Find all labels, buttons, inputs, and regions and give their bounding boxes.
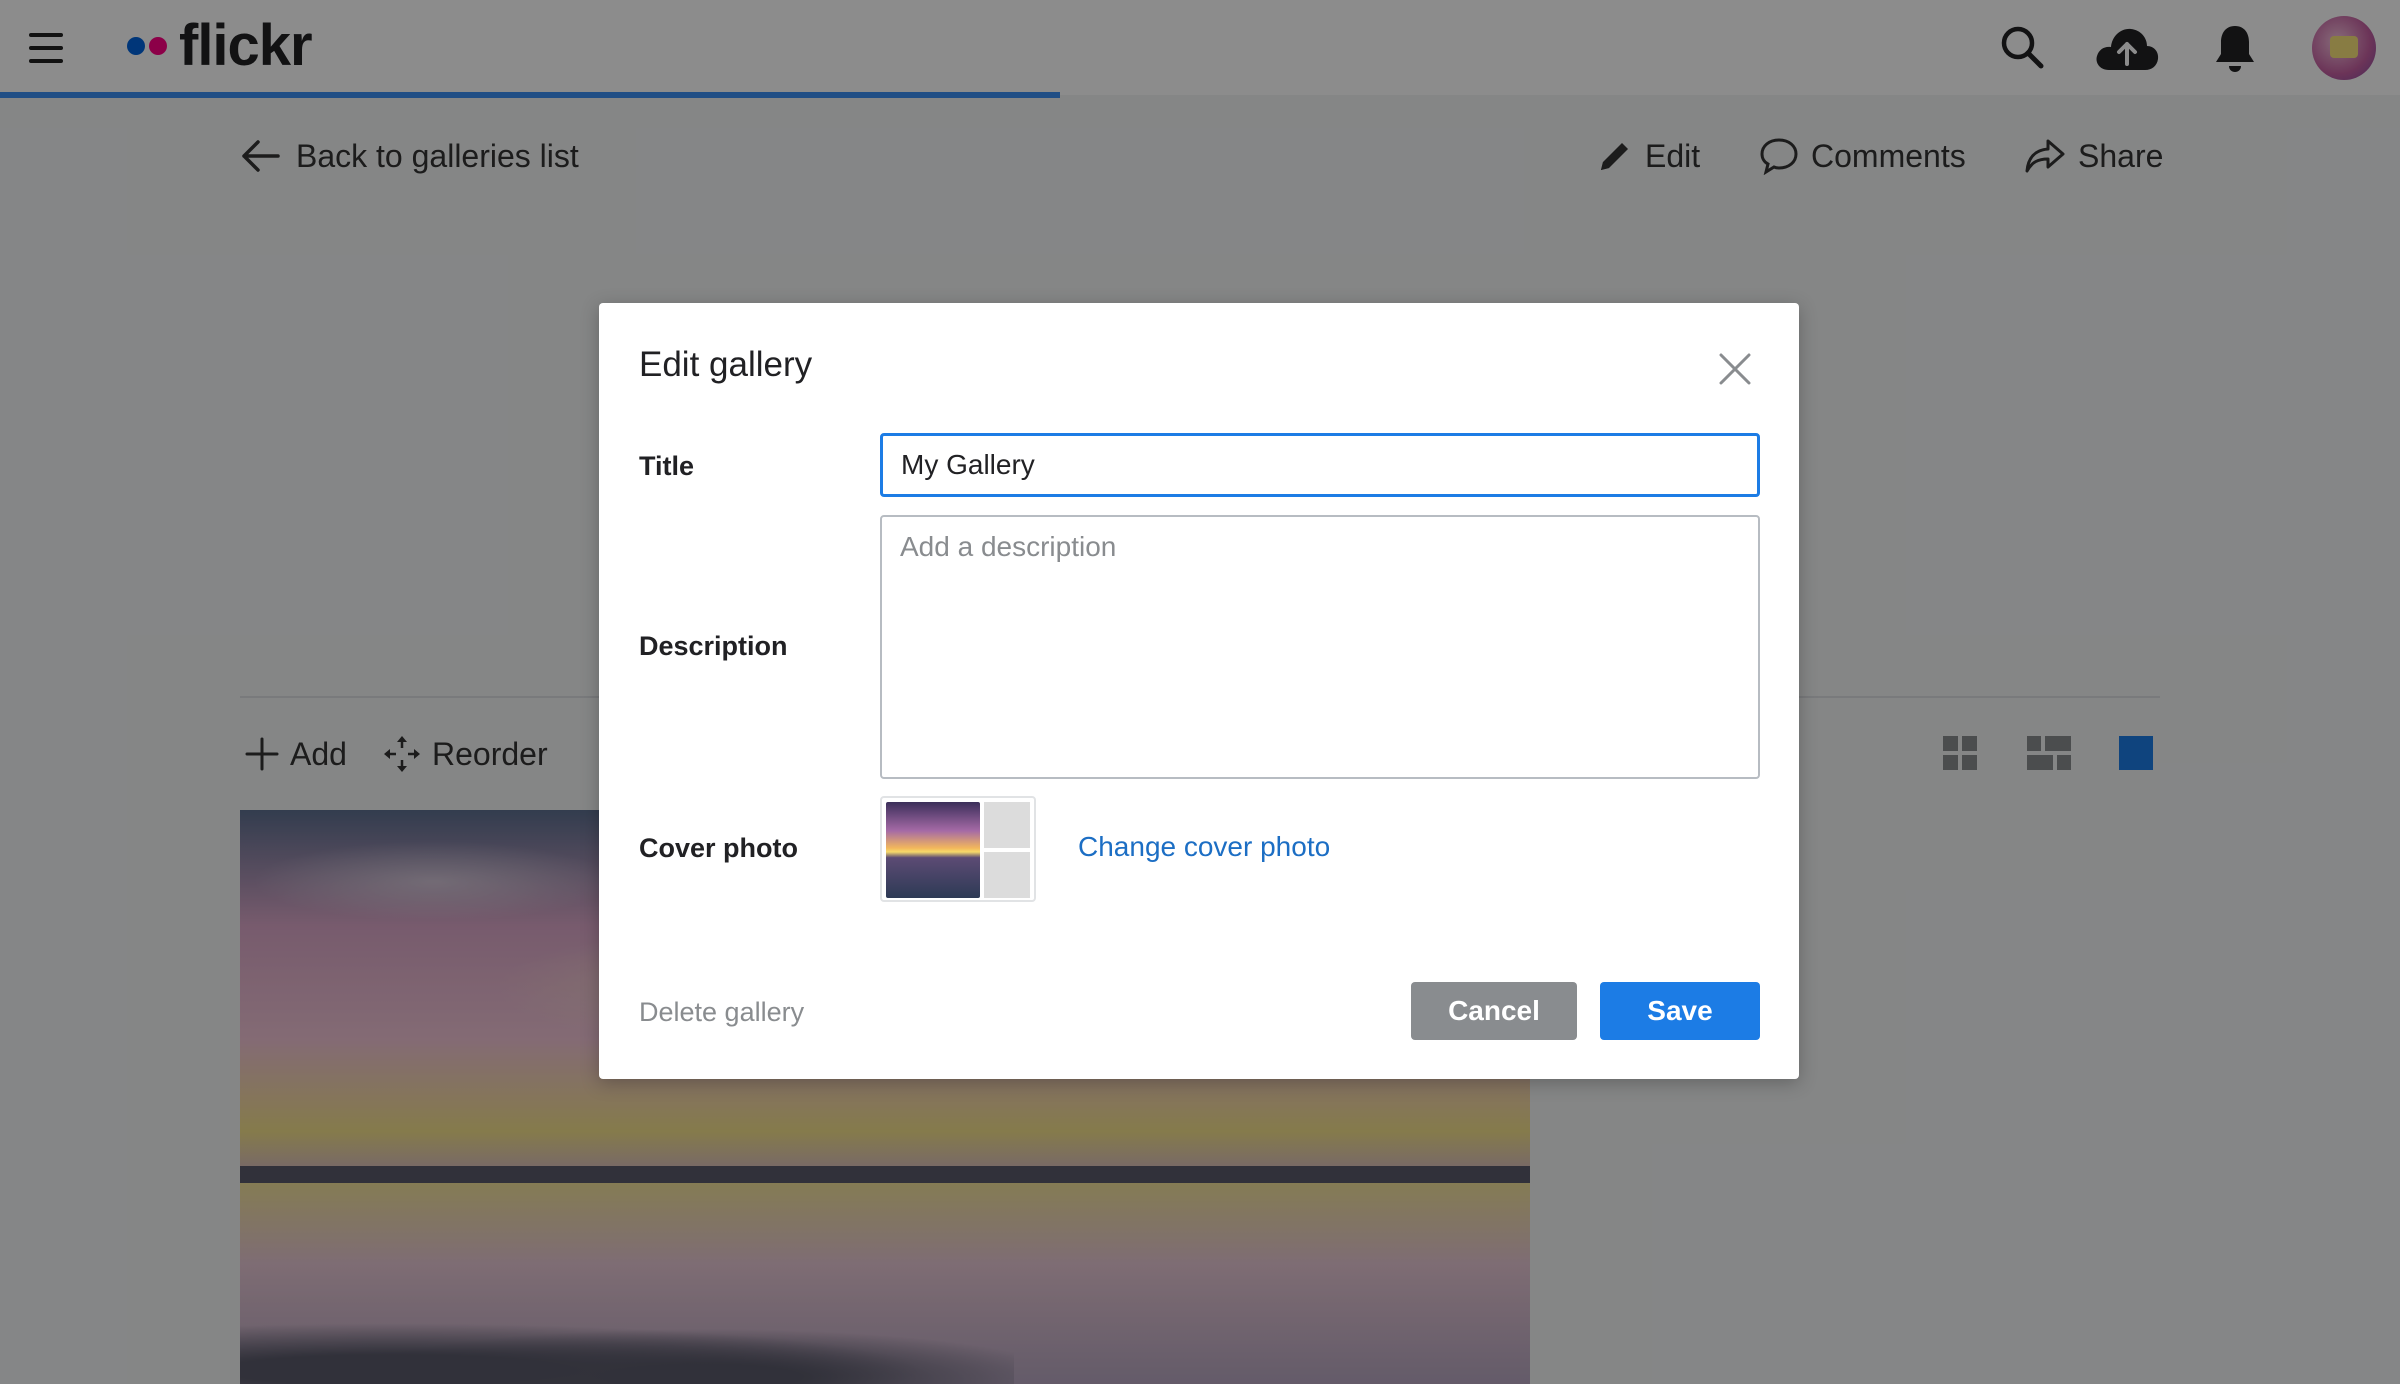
cover-placeholder-top (984, 802, 1030, 848)
cover-photo-placeholders (984, 802, 1030, 898)
change-cover-photo-link[interactable]: Change cover photo (1078, 831, 1330, 863)
cancel-button[interactable]: Cancel (1411, 982, 1577, 1040)
delete-gallery-link[interactable]: Delete gallery (639, 997, 804, 1028)
description-field-label: Description (639, 631, 788, 661)
gallery-description-input[interactable] (880, 515, 1760, 779)
title-field-label: Title (639, 451, 695, 481)
cover-photo-main-image (886, 802, 980, 898)
dialog-title: Edit gallery (639, 345, 813, 384)
gallery-title-input[interactable] (880, 433, 1760, 497)
cover-placeholder-bottom (984, 852, 1030, 898)
edit-gallery-dialog: Edit gallery Title Description Cover pho… (599, 303, 1799, 1079)
save-button[interactable]: Save (1600, 982, 1760, 1040)
close-icon[interactable] (1717, 351, 1753, 387)
cover-photo-thumbnail[interactable] (880, 796, 1036, 902)
cover-photo-field-label: Cover photo (639, 833, 798, 863)
